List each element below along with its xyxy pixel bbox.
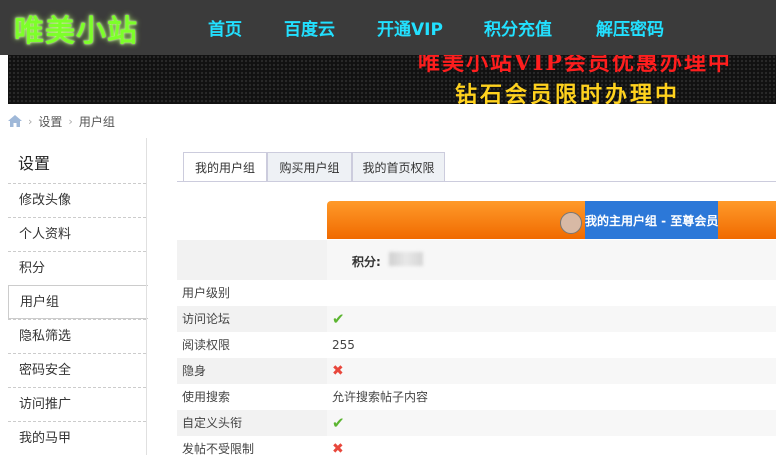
sidebar-item-password[interactable]: 密码安全 bbox=[8, 353, 146, 387]
header-left-cell bbox=[177, 240, 327, 280]
tab-underline bbox=[177, 181, 776, 182]
sidebar-item-usergroup[interactable]: 用户组 bbox=[8, 285, 148, 319]
perm-name: 用户级别 bbox=[182, 286, 231, 300]
perm-name: 发帖不受限制 bbox=[182, 442, 255, 456]
table-row: 访问论坛 ✔ bbox=[177, 306, 776, 332]
score-value-blurred bbox=[389, 252, 423, 266]
score-label: 积分: bbox=[352, 255, 381, 269]
breadcrumb-usergroup: 用户组 bbox=[78, 114, 115, 129]
main-usergroup-badge: 我的主用户组 - 至尊会员 bbox=[585, 201, 718, 239]
perm-name: 使用搜索 bbox=[182, 390, 231, 404]
perm-name: 自定义头衔 bbox=[177, 410, 327, 436]
main-usergroup-label: 我的主用户组 - 至尊会员 bbox=[585, 214, 719, 228]
nav-baiduyun[interactable]: 百度云 bbox=[284, 15, 335, 40]
table-row: 隐身 ✖ bbox=[177, 358, 776, 384]
perm-value: 255 bbox=[332, 338, 355, 352]
sidebar-title: 设置 bbox=[18, 154, 51, 173]
sidebar-item-profile[interactable]: 个人资料 bbox=[8, 217, 146, 251]
perm-name: 隐身 bbox=[177, 358, 327, 384]
cross-icon: ✖ bbox=[332, 363, 344, 379]
score-row: 积分: bbox=[327, 240, 776, 280]
sidebar-divider bbox=[146, 138, 147, 455]
user-avatar bbox=[560, 212, 582, 234]
nav-unzip-password[interactable]: 解压密码 bbox=[596, 15, 664, 40]
nav-home[interactable]: 首页 bbox=[208, 15, 242, 40]
site-logo[interactable]: 唯美小站 bbox=[14, 6, 138, 50]
tab-buy-usergroup[interactable]: 购买用户组 bbox=[267, 152, 352, 182]
check-icon: ✔ bbox=[332, 414, 345, 432]
sidebar-item-points[interactable]: 积分 bbox=[8, 251, 146, 285]
tab-my-usergroup[interactable]: 我的用户组 bbox=[183, 152, 267, 182]
breadcrumb-settings[interactable]: 设置 bbox=[38, 113, 62, 130]
table-row: 用户级别 bbox=[177, 280, 776, 306]
sidebar-item-avatar[interactable]: 修改头像 bbox=[8, 183, 146, 217]
top-bar: 唯美小站 首页 百度云 开通VIP 积分充值 解压密码 bbox=[0, 0, 776, 55]
nav-vip[interactable]: 开通VIP bbox=[377, 15, 443, 40]
chevron-right-icon: › bbox=[68, 114, 73, 128]
tab-home-permissions[interactable]: 我的首页权限 bbox=[352, 152, 445, 182]
home-icon[interactable] bbox=[8, 115, 22, 127]
sidebar-item-privacy[interactable]: 隐私筛选 bbox=[8, 319, 146, 353]
banner-line-1: 唯美小站VIP会员优惠办理中 bbox=[418, 55, 732, 76]
nav-points-recharge[interactable]: 积分充值 bbox=[484, 15, 552, 40]
led-banner[interactable]: 唯美小站VIP会员优惠办理中 钻石会员限时办理中 bbox=[8, 55, 776, 104]
banner-line-2: 钻石会员限时办理中 bbox=[455, 82, 681, 104]
perm-name: 阅读权限 bbox=[182, 338, 231, 352]
table-row: 阅读权限 255 bbox=[177, 332, 776, 358]
perm-value bbox=[327, 280, 776, 306]
perm-name: 访问论坛 bbox=[177, 306, 327, 332]
table-row: 自定义头衔 ✔ bbox=[177, 410, 776, 436]
table-row: 发帖不受限制 ✖ bbox=[177, 436, 776, 462]
check-icon: ✔ bbox=[332, 310, 345, 328]
sidebar-item-sockpuppet[interactable]: 我的马甲 bbox=[8, 421, 146, 455]
chevron-right-icon: › bbox=[28, 114, 33, 128]
breadcrumb: › 设置 › 用户组 bbox=[8, 112, 115, 130]
sidebar-item-promotion[interactable]: 访问推广 bbox=[8, 387, 146, 421]
table-row: 使用搜索 允许搜索帖子内容 bbox=[177, 384, 776, 410]
settings-sidebar: 设置 修改头像 个人资料 积分 用户组 隐私筛选 密码安全 访问推广 我的马甲 bbox=[8, 138, 148, 455]
perm-value: 允许搜索帖子内容 bbox=[332, 390, 429, 404]
